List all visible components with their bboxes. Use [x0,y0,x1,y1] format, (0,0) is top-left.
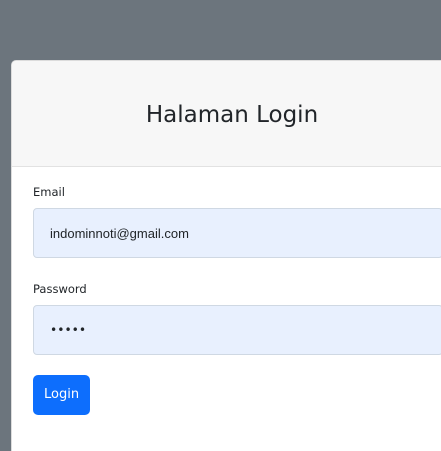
password-group: Password [33,282,441,355]
card-body: Email Password Login [12,167,441,415]
card-header: Halaman Login [12,61,441,167]
email-label: Email [33,185,65,199]
login-card: Halaman Login Email Password Login [11,60,441,451]
email-group: Email [33,185,441,258]
top-navbar [0,0,441,60]
password-label: Password [33,282,87,296]
password-field[interactable] [33,305,441,355]
email-field[interactable] [33,208,441,258]
login-button[interactable]: Login [33,375,91,415]
page-title: Halaman Login [145,101,319,128]
